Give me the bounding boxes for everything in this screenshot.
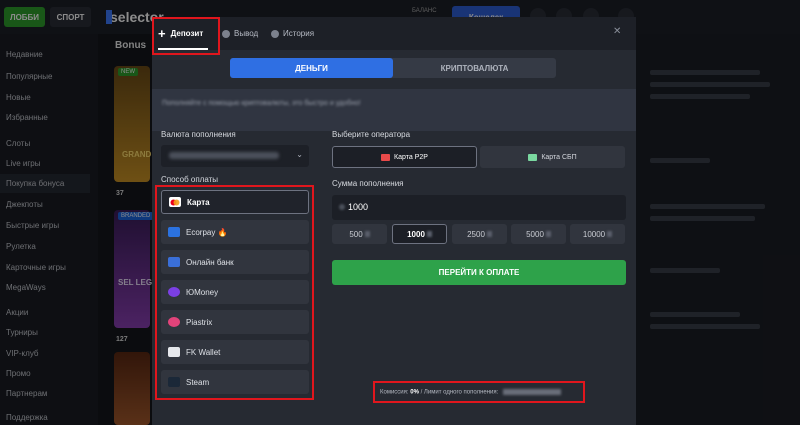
currency-symbol: [486, 231, 492, 237]
currency-symbol: [339, 204, 345, 210]
crypto-promo-banner[interactable]: [152, 89, 636, 131]
currency-symbol: [607, 231, 613, 237]
highlight-commission: [373, 381, 585, 403]
amount-label: Сумма пополнения: [332, 179, 404, 188]
currency-label: Валюта пополнения: [161, 130, 236, 139]
banner-text: Пополняйте с помощью криптовалюты, это б…: [162, 100, 361, 107]
operator-label: Выберите оператора: [332, 130, 411, 139]
preset-value: 2500: [467, 229, 485, 239]
tab-withdraw[interactable]: Вывод: [222, 17, 258, 50]
sbp-icon: [528, 153, 538, 161]
highlight-payment-methods: [155, 185, 314, 400]
highlight-deposit-tab: [152, 17, 220, 55]
currency-value: [169, 152, 279, 159]
card-icon: [381, 153, 391, 161]
proceed-to-payment-button[interactable]: ПЕРЕЙТИ К ОПЛАТЕ: [332, 260, 626, 285]
close-icon[interactable]: ✕: [613, 26, 621, 37]
operator-label-text: Карта СБП: [541, 153, 577, 161]
money-tab[interactable]: ДЕНЬГИ: [230, 58, 393, 78]
crypto-tab[interactable]: КРИПТОВАЛЮТА: [393, 58, 556, 78]
preset-2500[interactable]: 2500: [452, 224, 507, 244]
preset-500[interactable]: 500: [332, 224, 387, 244]
casino-app: ЛОББИ СПОРТ selector БАЛАНС Кошелек Неда…: [0, 0, 800, 425]
payment-method-label: Способ оплаты: [161, 175, 219, 184]
preset-value: 1000: [407, 229, 425, 239]
modal-header: + Депозит Вывод История ✕: [152, 17, 636, 50]
history-icon: [271, 29, 279, 38]
operator-card-sbp[interactable]: Карта СБП: [480, 146, 625, 168]
preset-1000[interactable]: 1000: [392, 224, 447, 244]
currency-symbol: [364, 231, 370, 237]
tab-withdraw-label: Вывод: [234, 29, 259, 38]
preset-value: 500: [349, 229, 363, 239]
preset-value: 5000: [526, 229, 544, 239]
amount-value: 1000: [348, 202, 369, 212]
operator-label-text: Карта P2P: [394, 153, 428, 161]
amount-input[interactable]: 1000: [332, 195, 626, 220]
currency-symbol: [426, 231, 432, 237]
preset-10000[interactable]: 10000: [570, 224, 625, 244]
operator-card-p2p[interactable]: Карта P2P: [332, 146, 477, 168]
preset-value: 10000: [582, 229, 606, 239]
chevron-down-icon: ⌄: [296, 150, 303, 159]
tab-history-label: История: [283, 29, 315, 38]
tab-history[interactable]: История: [271, 17, 314, 50]
currency-symbol: [545, 231, 551, 237]
preset-5000[interactable]: 5000: [511, 224, 566, 244]
currency-select[interactable]: ⌄: [161, 145, 309, 167]
withdraw-icon: [222, 29, 230, 38]
currency-type-switch: ДЕНЬГИ КРИПТОВАЛЮТА: [230, 58, 556, 78]
